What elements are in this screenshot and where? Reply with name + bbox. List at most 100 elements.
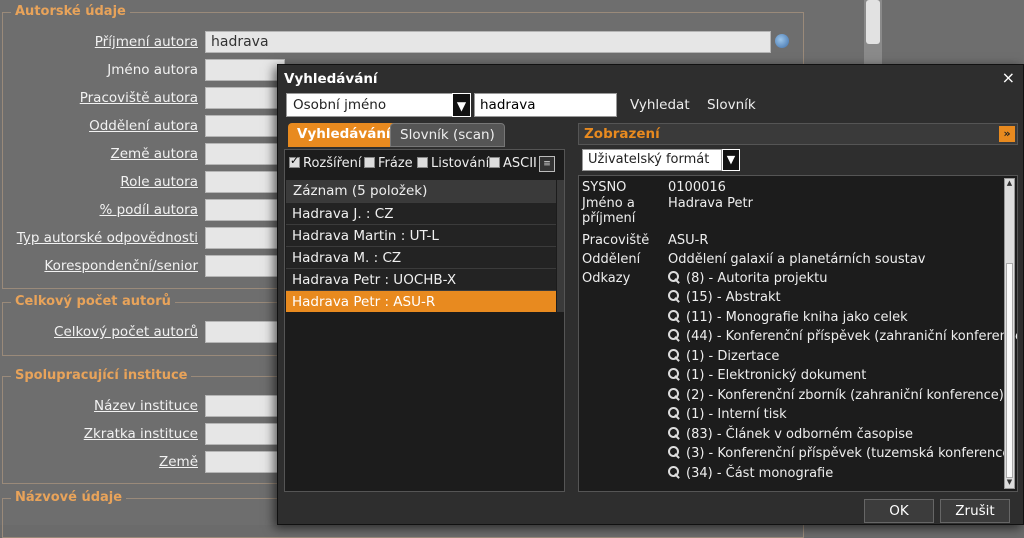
detail-scrollbar[interactable]: ▲ ▼ (1004, 178, 1015, 489)
expand-icon[interactable]: » (999, 126, 1015, 142)
label-workplace[interactable]: Pracoviště autora (80, 90, 198, 106)
link-item[interactable]: (11) - Monografie kniha jako celek (668, 310, 908, 325)
legend-author-count: Celkový počet autorů (11, 294, 175, 309)
refresh-icon[interactable] (775, 34, 789, 48)
share-input[interactable] (205, 199, 285, 221)
link-item[interactable]: (3) - Konferenční příspěvek (tuzemská ko… (668, 446, 1015, 461)
detail-label: Jméno a příjmení (582, 196, 636, 226)
link-label[interactable]: (83) - Článek v odborném časopise (686, 427, 913, 442)
cancel-button[interactable]: Zrušit (940, 499, 1010, 523)
search-input[interactable] (474, 93, 617, 117)
list-item[interactable]: Hadrava Petr : UOCHB-X (286, 268, 556, 290)
first-name-input[interactable] (205, 59, 285, 81)
role-input[interactable] (205, 171, 285, 193)
link-label[interactable]: (15) - Abstrakt (686, 290, 781, 305)
institution-country-input[interactable] (205, 451, 285, 473)
list-item[interactable]: Hadrava J. : CZ (286, 202, 556, 224)
option-ascii[interactable]: ASCII (489, 156, 537, 171)
results-scrollbar[interactable] (557, 180, 564, 312)
chevron-down-icon[interactable]: ▼ (722, 149, 740, 171)
label-department[interactable]: Oddělení autora (89, 118, 198, 134)
option-browse[interactable]: Listování (417, 156, 489, 171)
close-icon[interactable]: × (1002, 68, 1015, 87)
field-select[interactable]: Osobní jméno (286, 93, 471, 117)
link-item[interactable]: (2) - Konferenční zborník (zahraniční ko… (668, 388, 1004, 403)
link-label[interactable]: (3) - Konferenční příspěvek (tuzemská ko… (686, 446, 1015, 461)
option-ascii-label: ASCII (503, 156, 537, 171)
detail-value: ASU-R (668, 233, 709, 248)
link-item[interactable]: (1) - Dizertace (668, 349, 779, 364)
label-institution-name[interactable]: Název instituce (94, 398, 198, 414)
search-icon (668, 329, 680, 341)
row-surname: Příjmení autora hadrava (3, 31, 803, 53)
link-item[interactable]: (34) - Část monografie (668, 466, 833, 481)
option-phrase-label: Fráze (378, 156, 413, 171)
list-item[interactable]: Hadrava Martin : UT-L (286, 224, 556, 246)
label-institution-country[interactable]: Země (159, 454, 198, 470)
link-item[interactable]: (8) - Autorita projektu (668, 271, 827, 286)
workplace-input[interactable] (205, 87, 285, 109)
department-input[interactable] (205, 115, 285, 137)
label-share[interactable]: % podíl autora (99, 202, 198, 218)
label-surname[interactable]: Příjmení autora (95, 34, 198, 50)
link-label[interactable]: (1) - Interní tisk (686, 407, 787, 422)
link-item[interactable]: (1) - Elektronický dokument (668, 368, 866, 383)
checkbox-icon[interactable] (417, 157, 428, 168)
detail-value: Oddělení galaxií a planetárních soustav (668, 252, 926, 267)
surname-input[interactable]: hadrava (205, 31, 771, 53)
link-item[interactable]: (15) - Abstrakt (668, 290, 781, 305)
label-country[interactable]: Země autora (110, 146, 198, 162)
detail-label: SYSNO (582, 180, 627, 195)
option-extension[interactable]: Rozšíření (289, 154, 362, 171)
checkbox-icon[interactable] (489, 157, 500, 168)
label-role[interactable]: Role autora (120, 174, 198, 190)
format-select[interactable]: Uživatelský formát (582, 149, 722, 171)
link-item[interactable]: (44) - Konferenční příspěvek (zahraniční… (668, 329, 1017, 344)
scroll-up-icon[interactable]: ▲ (1005, 179, 1014, 189)
tab-search[interactable]: Vyhledávání (288, 123, 400, 147)
page-scrollbar-thumb[interactable] (866, 0, 880, 44)
link-label[interactable]: (1) - Dizertace (686, 349, 779, 364)
detail-scrollbar-thumb[interactable] (1006, 263, 1013, 478)
checkbox-icon[interactable] (364, 157, 375, 168)
detail-label: Pracoviště (582, 233, 650, 248)
dialog-title: Vyhledávání (284, 71, 378, 87)
chevron-down-icon[interactable]: ▼ (452, 93, 471, 117)
link-item[interactable]: (1) - Interní tisk (668, 407, 787, 422)
ok-button[interactable]: OK (864, 499, 934, 523)
label-corresponding[interactable]: Korespondenční/senior (44, 258, 198, 274)
search-icon (668, 407, 680, 419)
link-label[interactable]: (1) - Elektronický dokument (686, 368, 866, 383)
legend-author-data: Autorské údaje (11, 4, 130, 19)
label-first-name: Jméno autora (107, 62, 198, 78)
index-button[interactable]: Slovník (707, 97, 756, 113)
search-button[interactable]: Vyhledat (630, 97, 690, 113)
scroll-down-icon[interactable]: ▼ (1005, 478, 1014, 488)
results-pane: Vyhledávání Slovník (scan) Rozšíření Frá… (284, 121, 565, 492)
option-phrase[interactable]: Fráze (364, 156, 413, 171)
institution-abbr-input[interactable] (205, 423, 285, 445)
search-icon (668, 466, 680, 478)
list-item-selected[interactable]: Hadrava Petr : ASU-R (286, 290, 556, 312)
results-list: Záznam (5 položek) Hadrava J. : CZ Hadra… (286, 180, 556, 312)
legend-title-data: Názvové údaje (11, 490, 127, 505)
tab-index-scan[interactable]: Slovník (scan) (390, 123, 505, 147)
link-label[interactable]: (8) - Autorita projektu (686, 271, 827, 286)
institution-name-input[interactable] (205, 395, 285, 417)
label-institution-abbr[interactable]: Zkratka instituce (84, 426, 198, 442)
link-label[interactable]: (34) - Část monografie (686, 466, 833, 481)
link-label[interactable]: (44) - Konferenční příspěvek (zahraniční… (686, 329, 1017, 344)
label-responsibility[interactable]: Typ autorské odpovědnosti (17, 230, 198, 246)
author-count-input[interactable] (205, 321, 285, 343)
link-label[interactable]: (11) - Monografie kniha jako celek (686, 310, 908, 325)
list-item[interactable]: Hadrava M. : CZ (286, 246, 556, 268)
corresponding-input[interactable] (205, 255, 285, 277)
export-icon[interactable]: ≡ (539, 156, 555, 172)
checkbox-icon[interactable] (289, 154, 300, 168)
country-input[interactable] (205, 143, 285, 165)
option-browse-label: Listování (431, 156, 490, 171)
link-label[interactable]: (2) - Konferenční zborník (zahraniční ko… (686, 388, 1004, 403)
label-author-count[interactable]: Celkový počet autorů (54, 324, 198, 340)
responsibility-input[interactable] (205, 227, 285, 249)
link-item[interactable]: (83) - Článek v odborném časopise (668, 427, 913, 442)
